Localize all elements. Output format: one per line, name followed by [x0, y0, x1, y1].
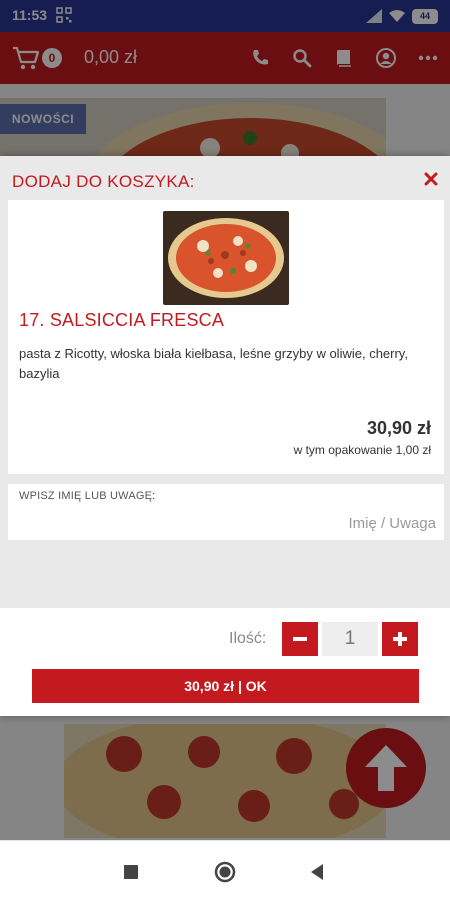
- minus-icon: [293, 637, 307, 641]
- modal-header: DODAJ DO KOSZYKA:: [0, 156, 450, 200]
- nav-square-icon[interactable]: [120, 861, 142, 883]
- confirm-add-button[interactable]: 30,90 zł | OK: [32, 669, 419, 703]
- product-image: [163, 211, 289, 305]
- note-section: WPISZ IMIĘ LUB UWAGĘ:: [8, 484, 444, 540]
- quantity-value[interactable]: 1: [322, 622, 378, 656]
- nav-back-icon[interactable]: [306, 861, 328, 883]
- modal-title: DODAJ DO KOSZYKA:: [12, 172, 195, 191]
- product-description: pasta z Ricotty, włoska biała kiełbasa, …: [19, 346, 408, 381]
- note-input[interactable]: [14, 508, 438, 538]
- modal-footer: Ilość: 1 30,90 zł | OK: [0, 608, 450, 716]
- note-label: WPISZ IMIĘ LUB UWAGĘ:: [19, 490, 156, 502]
- packaging-note: w tym opakowanie 1,00 zł: [293, 443, 431, 457]
- quantity-decrease-button[interactable]: [282, 622, 318, 656]
- product-name: 17. SALSICCIA FRESCA: [19, 310, 225, 330]
- close-icon[interactable]: [424, 172, 438, 186]
- system-nav-bar: [0, 840, 450, 901]
- nav-circle-icon[interactable]: [214, 861, 236, 883]
- product-card: 17. SALSICCIA FRESCA pasta z Ricotty, wł…: [8, 200, 444, 474]
- product-price: 30,90 zł: [366, 418, 431, 438]
- quantity-increase-button[interactable]: [382, 622, 418, 656]
- quantity-label: Ilość:: [229, 630, 267, 647]
- add-to-cart-modal: DODAJ DO KOSZYKA: 17. SALSICCIA FRESCA p…: [0, 156, 450, 716]
- plus-icon: [393, 632, 407, 646]
